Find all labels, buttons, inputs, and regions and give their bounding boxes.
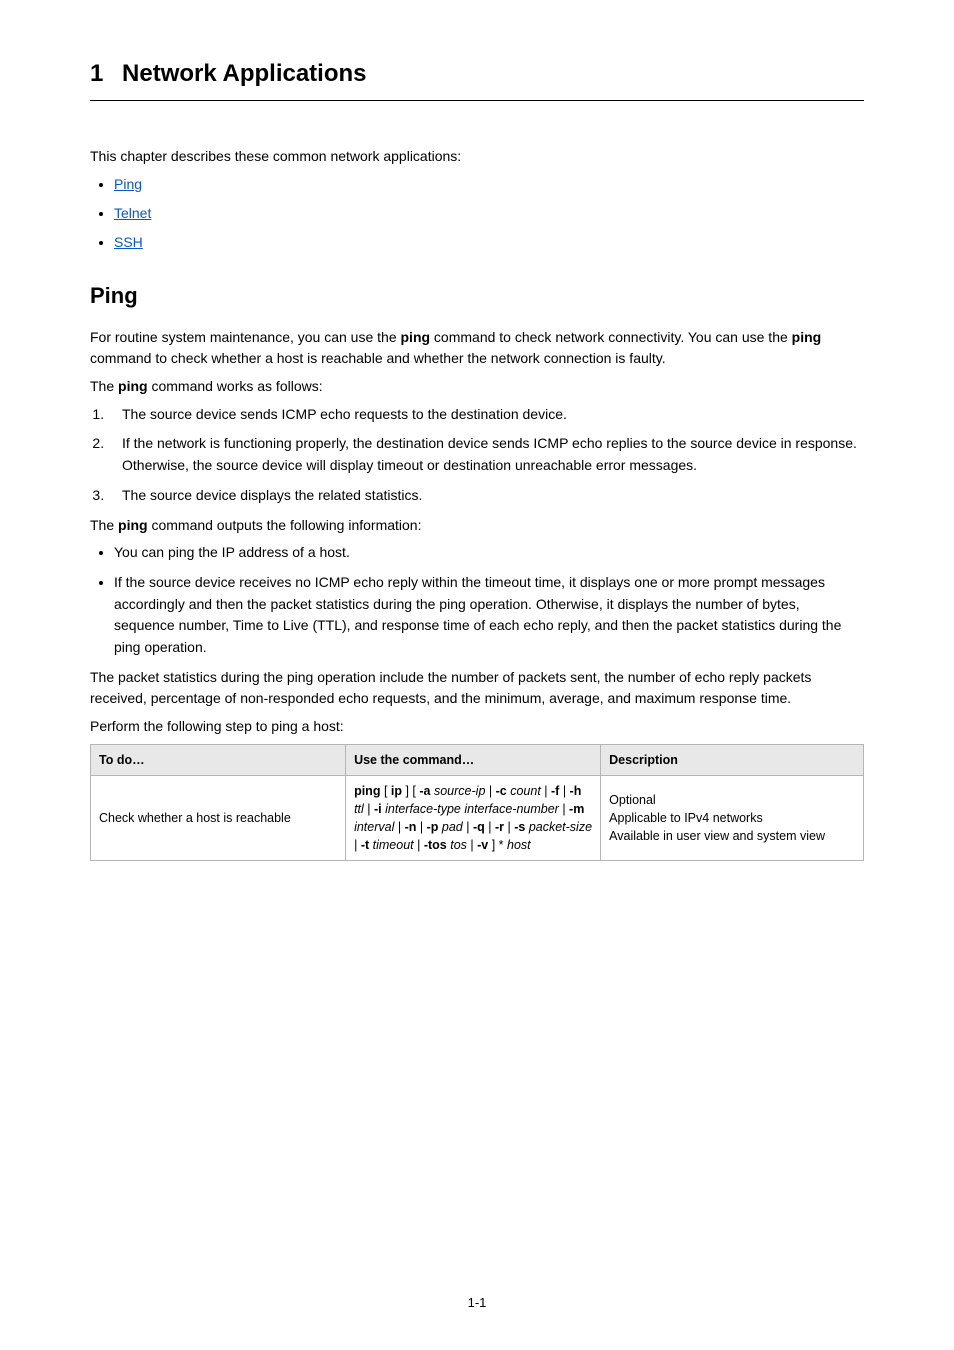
cmd-flag: -n <box>405 820 417 834</box>
chapter-title: Network Applications <box>122 60 366 87</box>
cell-command: ping [ ip ] [ -a source-ip | -c count | … <box>346 775 601 861</box>
ping-perform-paragraph: Perform the following step to ping a hos… <box>90 716 864 738</box>
col-header-command: Use the command… <box>346 744 601 775</box>
ping-paragraph-1: For routine system maintenance, you can … <box>90 327 864 370</box>
col-header-todo: To do… <box>91 744 346 775</box>
list-item: The source device displays the related s… <box>108 485 864 507</box>
cmd-arg: pad <box>442 820 463 834</box>
cmd-flag: -p <box>427 820 439 834</box>
desc-line: Applicable to IPv4 networks <box>609 809 855 827</box>
cmd-flag: -v <box>477 838 488 852</box>
chapter-header: 1 Network Applications <box>90 60 864 101</box>
table-row: Check whether a host is reachable ping [… <box>91 775 864 861</box>
ping-command-inline: ping <box>118 378 148 394</box>
ping-steps-list: The source device sends ICMP echo reques… <box>90 404 864 507</box>
page-number: 1-1 <box>0 1295 954 1310</box>
list-item: SSH <box>114 232 864 253</box>
cell-todo: Check whether a host is reachable <box>91 775 346 861</box>
cmd-flag: -q <box>473 820 485 834</box>
section-heading-ping: Ping <box>90 283 864 309</box>
cmd-arg: interval <box>354 820 394 834</box>
cell-description: Optional Applicable to IPv4 networks Ava… <box>601 775 864 861</box>
cmd-arg: interface-type interface-number <box>385 802 559 816</box>
intro-paragraph: This chapter describes these common netw… <box>90 146 864 168</box>
cmd-flag: -h <box>570 784 582 798</box>
cmd-flag: -tos <box>424 838 447 852</box>
ping-stats-paragraph: The packet statistics during the ping op… <box>90 667 864 710</box>
cmd-arg: ttl <box>354 802 364 816</box>
cmd-flag: -a <box>419 784 430 798</box>
chapter-number: 1 <box>90 60 103 87</box>
text-fragment: command outputs the following informatio… <box>148 517 422 533</box>
text-fragment: command works as follows: <box>148 378 323 394</box>
text-fragment: command to check whether a host is reach… <box>90 350 666 366</box>
cmd-arg: packet-size <box>529 820 592 834</box>
cmd-arg: count <box>510 784 541 798</box>
cmd-arg: tos <box>450 838 467 852</box>
list-item: You can ping the IP address of a host. <box>114 542 864 564</box>
ping-command-inline: ping <box>401 329 431 345</box>
list-item: Telnet <box>114 203 864 224</box>
ping-paragraph-3: The ping command outputs the following i… <box>90 515 864 537</box>
ping-output-list: You can ping the IP address of a host. I… <box>90 542 864 658</box>
cmd-flag: -i <box>374 802 382 816</box>
cmd-marker: * <box>499 838 504 852</box>
telnet-link[interactable]: Telnet <box>114 205 151 221</box>
cmd-flag: -m <box>569 802 584 816</box>
cmd-flag: -t <box>361 838 369 852</box>
app-links-list: Ping Telnet SSH <box>90 174 864 253</box>
text-fragment: The <box>90 517 118 533</box>
cmd-arg: timeout <box>373 838 414 852</box>
list-item: The source device sends ICMP echo reques… <box>108 404 864 426</box>
ping-paragraph-2: The ping command works as follows: <box>90 376 864 398</box>
ssh-link[interactable]: SSH <box>114 234 143 250</box>
ping-link[interactable]: Ping <box>114 176 142 192</box>
cmd-keyword: ip <box>391 784 402 798</box>
ping-command-table: To do… Use the command… Description Chec… <box>90 744 864 862</box>
cmd-keyword: ping <box>354 784 380 798</box>
list-item: If the source device receives no ICMP ec… <box>114 572 864 659</box>
cmd-flag: -r <box>495 820 504 834</box>
col-header-description: Description <box>601 744 864 775</box>
desc-line: Optional <box>609 791 855 809</box>
cmd-flag: -c <box>496 784 507 798</box>
ping-command-inline: ping <box>118 517 148 533</box>
desc-line: Available in user view and system view <box>609 827 855 845</box>
cmd-flag: -f <box>551 784 559 798</box>
ping-command-inline: ping <box>792 329 822 345</box>
text-fragment: For routine system maintenance, you can … <box>90 329 401 345</box>
cmd-flag: -s <box>514 820 525 834</box>
text-fragment: The <box>90 378 118 394</box>
list-item: Ping <box>114 174 864 195</box>
cmd-arg: source-ip <box>434 784 485 798</box>
text-fragment: command to check network connectivity. Y… <box>430 329 792 345</box>
table-header-row: To do… Use the command… Description <box>91 744 864 775</box>
cmd-arg: host <box>507 838 531 852</box>
list-item: If the network is functioning properly, … <box>108 433 864 476</box>
